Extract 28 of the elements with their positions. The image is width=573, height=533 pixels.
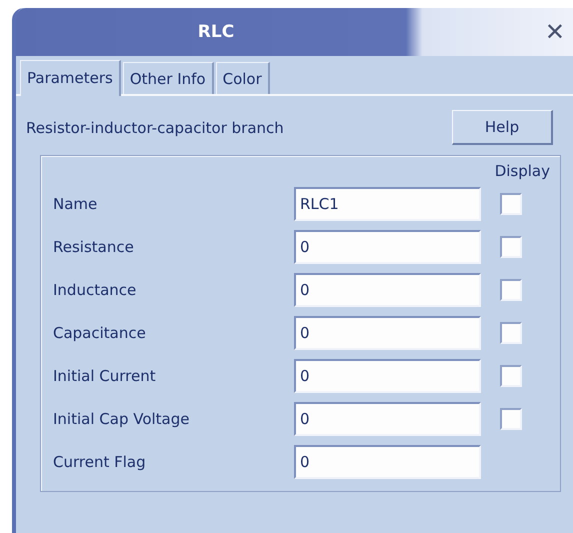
input-field[interactable]: 0: [294, 230, 481, 264]
help-button[interactable]: Help: [452, 110, 553, 145]
tab[interactable]: Parameters: [20, 60, 121, 96]
display-header: Display: [494, 162, 550, 180]
field-label: Capacitance: [53, 324, 147, 342]
display-checkbox[interactable]: [500, 364, 522, 386]
field-label: Initial Current: [53, 366, 157, 384]
input-field[interactable]: 0: [294, 358, 481, 392]
display-checkbox[interactable]: [500, 236, 522, 258]
tab[interactable]: Color: [216, 62, 270, 94]
description-text: Resistor-inductor-capacitor branch: [26, 118, 284, 136]
field-label: Initial Cap Voltage: [53, 410, 190, 428]
field-label: Name: [53, 194, 98, 212]
input-field[interactable]: RLC1: [294, 186, 481, 220]
input-field[interactable]: 0: [294, 316, 481, 350]
input-field[interactable]: 0: [294, 402, 481, 436]
close-button[interactable]: ✕: [536, 18, 573, 46]
display-checkbox[interactable]: [500, 322, 522, 344]
window-title: RLC: [196, 22, 236, 42]
field-label: Inductance: [53, 280, 138, 298]
tab[interactable]: Other Info: [122, 62, 214, 94]
field-label: Current Flag: [53, 452, 147, 470]
display-checkbox[interactable]: [500, 408, 522, 430]
input-field[interactable]: 0: [294, 444, 481, 478]
display-checkbox[interactable]: [500, 192, 522, 214]
input-field[interactable]: 0: [294, 272, 481, 306]
field-label: Resistance: [53, 238, 135, 256]
display-checkbox[interactable]: [500, 278, 522, 300]
